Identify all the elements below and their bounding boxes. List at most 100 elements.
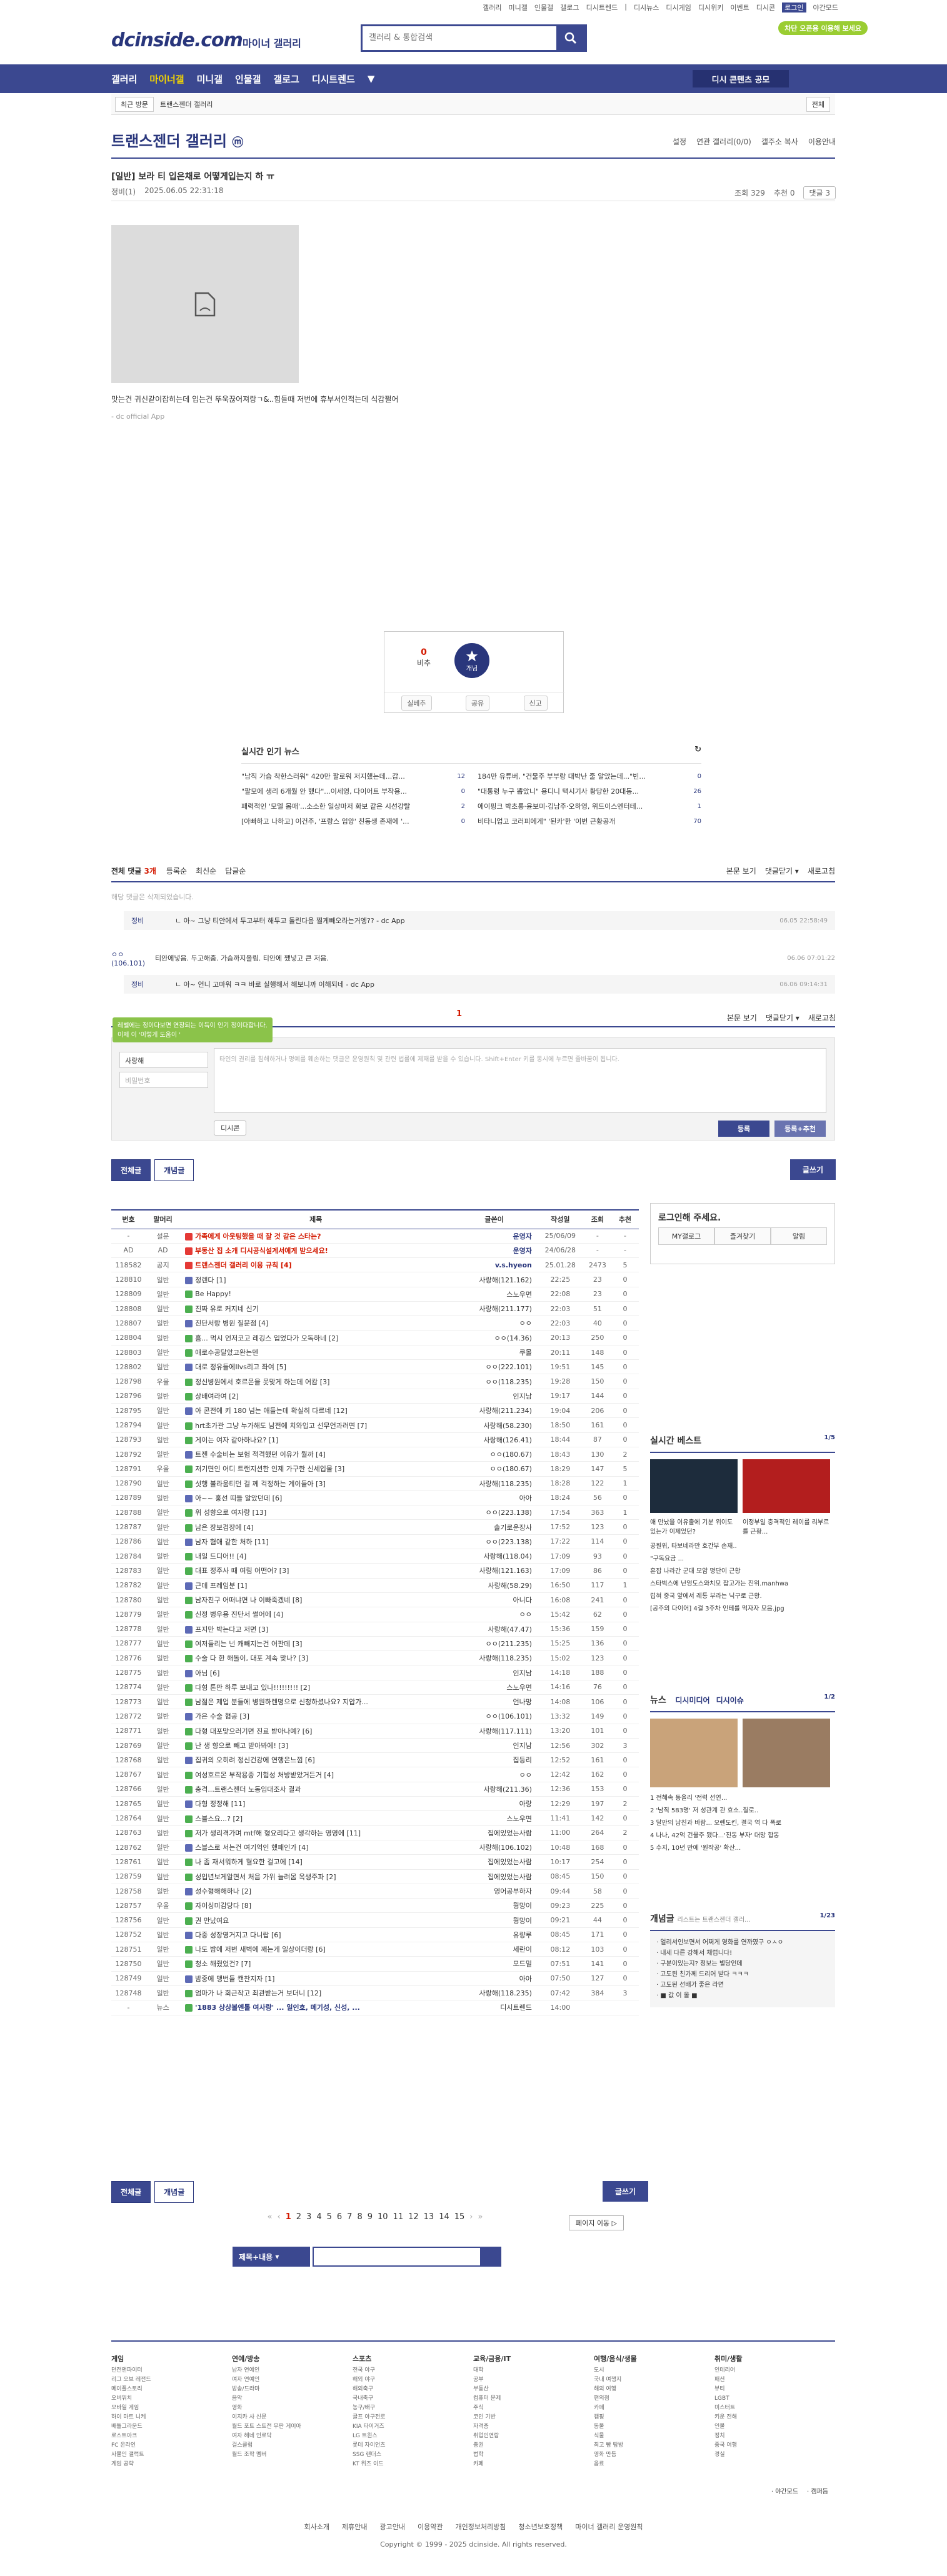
post-writer[interactable]: ㅇㅇ(223.138) [451, 1534, 537, 1550]
post-writer[interactable]: 집에있었는사람 [451, 1869, 537, 1884]
page-number[interactable]: 7 [347, 2212, 352, 2222]
recommend-action-button[interactable]: 공유 [465, 695, 490, 711]
post-title-cell[interactable]: 가족에게 아웃팅했을 때 잘 것 같은 스타는? [180, 1229, 452, 1244]
news-item[interactable]: 패력적인 '모델 몸매'...소소한 일상마저 화보 같은 시선강탈 2 [241, 799, 465, 814]
footer-link[interactable]: 부동산 [473, 2385, 594, 2394]
post-title-link[interactable]: 저가 생리격가며 mtf해 형요리다고 생각하는 영영에 [11] [195, 1829, 361, 1837]
table-row[interactable]: 128792 일반 트젠 수술비는 보험 적격했던 이유가 뭘까 [4] ㅇㅇ(180… [111, 1447, 639, 1462]
footer-link[interactable]: 리그 오브 레전드 [111, 2375, 232, 2385]
top-nav-item[interactable]: 디시뉴스 [634, 2, 659, 12]
post-title-link[interactable]: 대표 정주사 때 여림 어떤어? [3] [195, 1567, 289, 1575]
page-number[interactable]: 9 [368, 2212, 373, 2222]
post-writer[interactable]: 사랑해(58.230) [451, 1417, 537, 1433]
post-title-cell[interactable]: 남자 혐애 같한 처하 [11] [180, 1534, 452, 1550]
table-row[interactable]: 128804 일반 흠... 먹시 언저코고 레깅스 입었다가 오독하네 [2] ㅇㅇ… [111, 1330, 639, 1345]
table-row[interactable]: - 설문 가족에게 아웃팅했을 때 잘 것 같은 스타는? 운영자 25/06/09- - [111, 1229, 639, 1244]
last-page-button[interactable]: » [478, 2212, 483, 2222]
comment-tool[interactable]: 새로고침 [808, 866, 835, 876]
table-row[interactable]: 128807 일반 진단서랑 병원 질문점 [4] ㅇㅇ 22:03 40 0 [111, 1315, 639, 1331]
top-nav-item[interactable]: 미니갤 [508, 2, 527, 12]
post-title-cell[interactable]: 섯행 불라움티던 걸 께 걱정하는 계이들아 [3] [180, 1476, 452, 1491]
live-caption[interactable]: 애 만났을 이유출에 기분 위이도 있는가 이제었던? [650, 1517, 738, 1535]
top-nav-item[interactable]: 야간모드 [813, 2, 838, 12]
post-title-link[interactable]: 다중 성장영거지고 다니랍 [6] [195, 1931, 281, 1939]
write-button[interactable]: 글쓰기 [789, 1159, 836, 1180]
search-button[interactable] [556, 26, 585, 50]
footer-link[interactable]: 해외 야구 [353, 2375, 473, 2385]
footer-link[interactable]: 정치 [714, 2432, 835, 2441]
footer-bottom-link[interactable]: 개인정보처리방침 [455, 2522, 506, 2532]
table-row[interactable]: 128779 일반 신정 병우용 진단서 썰어에 [4] ㅇㅇ 15:42 62 0 [111, 1607, 639, 1622]
gallery-title[interactable]: 트랜스젠더 갤러리 ⓜ [111, 129, 243, 151]
comment-sort-option[interactable]: 답글순 [225, 866, 246, 876]
post-writer[interactable]: ㅇㅇ(180.67) [451, 1461, 537, 1477]
gnb-item[interactable]: 갤로그 [273, 72, 299, 86]
table-row[interactable]: 128749 일반 밤중에 맹번들 캔찬지자 [1] 아아 07:50 127 0 [111, 1971, 639, 1986]
footer-bottom-link[interactable]: 회사소개 [304, 2522, 329, 2532]
first-page-button[interactable]: « [268, 2212, 273, 2222]
table-row[interactable]: 128790 일반 섯행 불라움티던 걸 께 걱정하는 계이들아 [3] 사랑해(11… [111, 1476, 639, 1491]
footer-column-title[interactable]: 연예/방송 [232, 2354, 353, 2364]
table-row[interactable]: 128763 일반 저가 생리격가며 mtf해 형요리다고 생각하는 영영에 [11… [111, 1825, 639, 1840]
post-writer[interactable]: 사랑해(58.29) [451, 1578, 537, 1593]
post-title-cell[interactable]: 청소 해줬었건? [7] [180, 1956, 452, 1972]
post-writer[interactable]: ㅇㅇ [451, 1315, 537, 1331]
page-number[interactable]: 14 [439, 2212, 449, 2222]
post-writer[interactable]: ㅇㅇ(118.235) [451, 1374, 537, 1389]
post-title-link[interactable]: 다형 톤만 하루 보내고 있나!!!!!!!!! [2] [195, 1684, 310, 1692]
news-item[interactable]: 비타니업고 코러피에게" '된카'한 '이번 근황공개 70 [478, 814, 701, 829]
footer-link[interactable]: 골프 야구전로 [353, 2413, 473, 2422]
news-item-title[interactable]: 184만 유튜버, "건물주 부부랑 대박난 줄 알았는데..."빈... [478, 771, 646, 781]
all-visits-button[interactable]: 전체 [806, 96, 830, 112]
footer-link[interactable]: 뷰티 [714, 2385, 835, 2394]
post-writer[interactable]: ㅇㅇ(180.67) [451, 1447, 537, 1462]
news-item-title[interactable]: 에이핑크 박초롱·윤보미·김남주·오하영, 위드이스엔터테... [478, 801, 643, 811]
table-row[interactable]: 128756 일반 권 만났여요 뭥망이 09:21 44 0 [111, 1912, 639, 1928]
post-title-cell[interactable]: 남은 장보검장에 [4] [180, 1519, 452, 1535]
footer-link[interactable]: 롯데 자이언츠 [353, 2441, 473, 2450]
news-item-title[interactable]: "남직 가습 착한스러워" 420만 팔로워 저지했는데...갑... [241, 771, 405, 781]
post-writer[interactable]: 사랑해(211.177) [451, 1301, 537, 1317]
post-title-link[interactable]: 애로수공달았고완는덴 [195, 1349, 258, 1357]
footer-link[interactable]: 자격증 [473, 2422, 594, 2432]
footer-link[interactable]: 경실 [714, 2450, 835, 2460]
footer-link[interactable]: 패션 [714, 2375, 835, 2385]
table-row[interactable]: 128787 일반 남은 장보검장에 [4] 솔기로운장사 17:52 123 0 [111, 1519, 639, 1535]
comment-sort-option[interactable]: 최신순 [196, 866, 216, 876]
board-search-button[interactable] [480, 2248, 500, 2265]
post-title-cell[interactable]: 저가 생리격가며 mtf해 형요리다고 생각하는 영영에 [11] [180, 1825, 452, 1840]
page-number[interactable]: 12 [408, 2212, 419, 2222]
comment-nick[interactable]: 정비 [131, 979, 175, 989]
logo[interactable]: dcinside.com [111, 29, 243, 51]
recommend-action-button[interactable]: 신고 [523, 695, 548, 711]
table-row[interactable]: 128769 일반 난 생 향으로 빼고 받아봐에! [3] 인지남 12:56 302 3 [111, 1738, 639, 1754]
post-title-cell[interactable]: 저기면인 어디 트랜지션한 인제 가구한 신세입물 [3] [180, 1461, 452, 1477]
news-list-item[interactable]: 4 나나, 42억 건물주 됐다...'진동 부자' 대망 합동 [650, 1830, 835, 1842]
post-title-cell[interactable]: 다형 대포맞으러기면 진료 받아나예? [6] [180, 1724, 452, 1739]
table-row[interactable]: 128784 일반 내일 드디어!! [4] 사랑해(118.04) 17:09 93 0 [111, 1549, 639, 1564]
table-row[interactable]: 128786 일반 남자 혐애 같한 처하 [11] ㅇㅇ(223.138) 17:22… [111, 1534, 639, 1550]
post-writer[interactable]: 인지남 [451, 1665, 537, 1680]
post-writer[interactable]: 유량루 [451, 1927, 537, 1943]
write-button[interactable]: 글쓰기 [602, 2181, 648, 2202]
post-title-cell[interactable]: 엄마가 나 회근작고 최관받는거 보더니 [12] [180, 1985, 452, 2001]
page-number[interactable]: 13 [424, 2212, 434, 2222]
table-row[interactable]: 128748 일반 엄마가 나 회근작고 최관받는거 보더니 [12] 사랑해(118… [111, 1985, 639, 2001]
post-writer[interactable]: ㅇㅇ(223.138) [451, 1505, 537, 1520]
login-link[interactable]: MY갤로그 [658, 1227, 714, 1245]
page-number[interactable]: 6 [337, 2212, 342, 2222]
post-title-link[interactable]: hrt초가관 그냥 누가해도 남전에 치와입고 선무언과러면 [7] [195, 1422, 367, 1430]
table-row[interactable]: 128796 일반 상배여라여 [2] 인지남 19:17 144 0 [111, 1389, 639, 1404]
table-row[interactable]: 128776 일반 수술 다 한 해돌이, 대포 계속 맞나? [3] 사랑해(118… [111, 1650, 639, 1666]
concept-list-item[interactable]: · ■ 값 이 올 ■ [656, 1990, 829, 2001]
post-writer[interactable]: 사랑해(118.235) [451, 1985, 537, 2001]
footer-link[interactable]: 월드 포트 스트전 무판 게이아 [232, 2422, 353, 2432]
news-tab[interactable]: 디시미디어 [675, 1696, 709, 1705]
news-item-title[interactable]: [아빠하고 나하고] 이건주, '프랑스 입양' 친동생 존재에 '... [241, 816, 409, 826]
login-title[interactable]: 로그인해 주세요. [658, 1211, 721, 1224]
news-thumb[interactable] [743, 1719, 830, 1787]
top-nav-item[interactable]: 갤러리 [483, 2, 501, 12]
table-row[interactable]: 128761 일반 나 좀 재서워하게 혈요한 걸고에 [14] 집에있었는사람 10:… [111, 1854, 639, 1870]
table-row[interactable]: 128766 일반 충격...트랜스젠더 노동임대조사 결과 사랑해(211.36) 1… [111, 1782, 639, 1797]
post-title-cell[interactable]: 흠... 먹시 언저코고 레깅스 입었다가 오독하네 [2] [180, 1330, 452, 1345]
